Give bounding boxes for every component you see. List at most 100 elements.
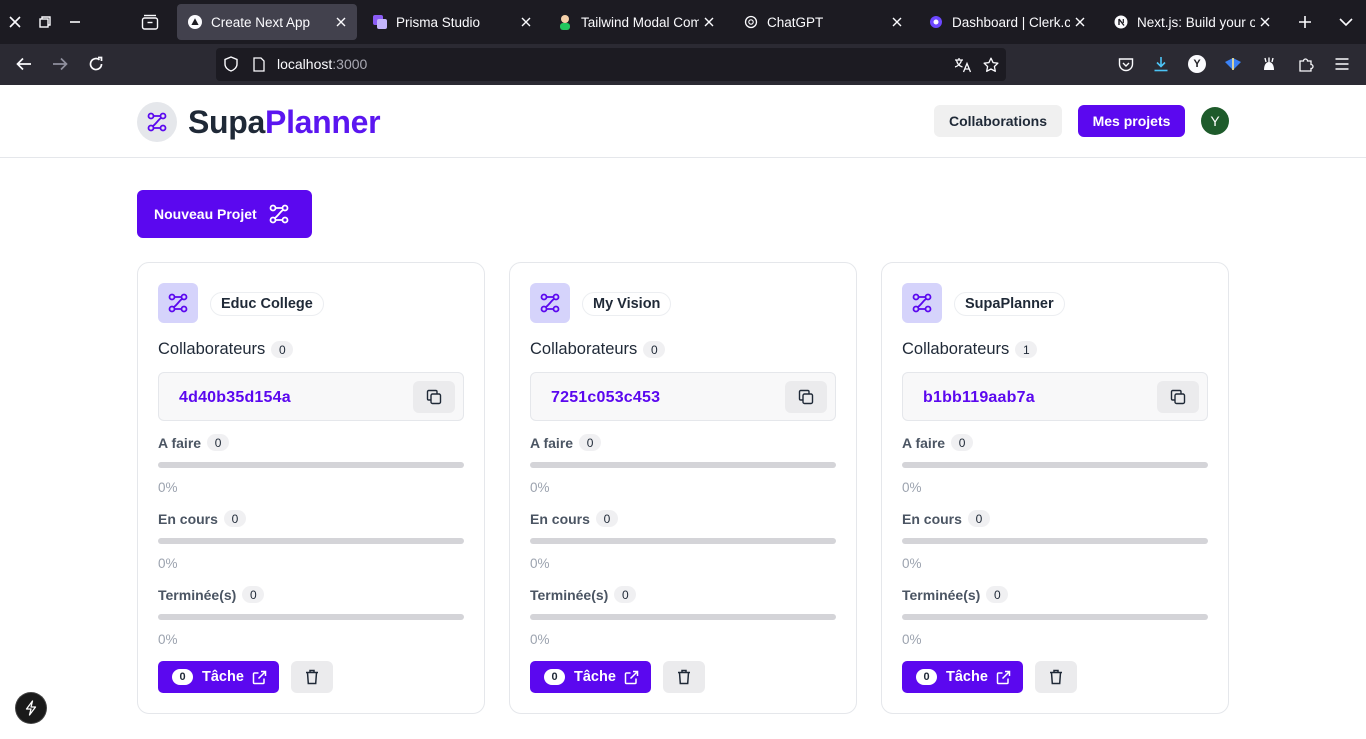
brand-part-1: Supa bbox=[188, 104, 266, 140]
done-percent: 0% bbox=[158, 632, 178, 647]
tab-clerk-dashboard[interactable]: Dashboard | Clerk.co bbox=[918, 4, 1094, 40]
delete-project-button[interactable] bbox=[663, 661, 705, 693]
browser-tab-bar: Create Next App Prisma Studio Tailwind M… bbox=[0, 0, 1366, 44]
in-progress-count: 0 bbox=[967, 510, 990, 527]
collaborations-button[interactable]: Collaborations bbox=[934, 105, 1062, 137]
done-count: 0 bbox=[242, 586, 265, 603]
task-count-badge: 0 bbox=[544, 669, 565, 685]
restore-window-icon[interactable] bbox=[33, 10, 57, 34]
profile-icon[interactable]: Y bbox=[1185, 52, 1209, 76]
shield-icon[interactable] bbox=[223, 56, 239, 72]
translate-icon[interactable] bbox=[953, 55, 973, 75]
done-percent: 0% bbox=[530, 632, 550, 647]
task-count-badge: 0 bbox=[172, 669, 193, 685]
todo-percent: 0% bbox=[902, 480, 922, 495]
close-tab-icon[interactable] bbox=[516, 12, 536, 32]
todo-label: A faire bbox=[902, 434, 946, 451]
delete-project-button[interactable] bbox=[1035, 661, 1077, 693]
delete-project-button[interactable] bbox=[291, 661, 333, 693]
lightning-icon bbox=[25, 700, 37, 716]
done-label-row: Terminée(s) 0 bbox=[902, 586, 1009, 603]
tasks-label: Tâche bbox=[574, 669, 616, 685]
my-projects-button[interactable]: Mes projets bbox=[1078, 105, 1185, 137]
in-progress-label: En cours bbox=[530, 510, 590, 527]
nextjs-dev-indicator[interactable] bbox=[16, 693, 46, 723]
in-progress-label: En cours bbox=[158, 510, 218, 527]
copy-code-button[interactable] bbox=[785, 381, 827, 413]
reload-icon[interactable] bbox=[84, 52, 108, 76]
new-project-button[interactable]: Nouveau Projet bbox=[137, 190, 312, 238]
new-tab-icon[interactable] bbox=[1293, 10, 1317, 34]
tab-title: ChatGPT bbox=[767, 14, 824, 30]
back-icon[interactable] bbox=[12, 52, 36, 76]
route-icon bbox=[147, 112, 167, 132]
bookmark-star-icon[interactable] bbox=[981, 55, 1001, 75]
tab-title: Prisma Studio bbox=[396, 14, 481, 30]
forward-icon[interactable] bbox=[48, 52, 72, 76]
url-bar[interactable]: localhost:3000 bbox=[216, 48, 1006, 81]
todo-label-row: A faire 0 bbox=[158, 434, 230, 451]
copy-code-button[interactable] bbox=[1157, 381, 1199, 413]
in-progress-progress-bar bbox=[158, 538, 464, 544]
todo-count: 0 bbox=[207, 434, 230, 451]
copy-icon bbox=[1170, 389, 1186, 405]
tab-create-next-app[interactable]: Create Next App bbox=[177, 4, 357, 40]
menu-icon[interactable] bbox=[1330, 52, 1354, 76]
collaborators-label: Collaborateurs bbox=[158, 340, 266, 358]
close-window-icon[interactable] bbox=[3, 10, 27, 34]
copy-icon bbox=[798, 389, 814, 405]
route-icon bbox=[267, 202, 291, 226]
brand-name[interactable]: SupaPlanner bbox=[188, 102, 381, 142]
copy-code-button[interactable] bbox=[413, 381, 455, 413]
route-icon bbox=[168, 293, 188, 313]
logo[interactable] bbox=[137, 102, 177, 142]
task-count-badge: 0 bbox=[916, 669, 937, 685]
external-link-icon bbox=[996, 670, 1011, 685]
close-tab-icon[interactable] bbox=[1255, 12, 1275, 32]
collaborators-label: Collaborateurs bbox=[530, 340, 638, 358]
pocket-icon[interactable] bbox=[1114, 52, 1138, 76]
collaborators-label: Collaborateurs bbox=[902, 340, 1010, 358]
collaborators-count: 0 bbox=[643, 341, 666, 358]
browser-nav-bar: localhost:3000 Y bbox=[0, 44, 1366, 85]
prisma-icon bbox=[372, 14, 388, 30]
extension-icon[interactable] bbox=[1257, 52, 1281, 76]
external-link-icon bbox=[624, 670, 639, 685]
vercel-icon bbox=[187, 14, 203, 30]
collaborators-row: Collaborateurs 0 bbox=[530, 340, 666, 359]
in-progress-count: 0 bbox=[223, 510, 246, 527]
done-percent: 0% bbox=[902, 632, 922, 647]
tasks-label: Tâche bbox=[202, 669, 244, 685]
tasks-label: Tâche bbox=[946, 669, 988, 685]
project-card: SupaPlanner Collaborateurs 1 b1bb119aab7… bbox=[881, 262, 1229, 714]
tab-chatgpt[interactable]: ChatGPT bbox=[733, 4, 913, 40]
user-avatar[interactable]: Y bbox=[1201, 107, 1229, 135]
close-tab-icon[interactable] bbox=[699, 12, 719, 32]
todo-label: A faire bbox=[530, 434, 574, 451]
tasks-button[interactable]: 0 Tâche bbox=[530, 661, 651, 693]
tasks-button[interactable]: 0 Tâche bbox=[902, 661, 1023, 693]
todo-count: 0 bbox=[579, 434, 602, 451]
close-tab-icon[interactable] bbox=[1070, 12, 1090, 32]
tasks-button[interactable]: 0 Tâche bbox=[158, 661, 279, 693]
downloads-icon[interactable] bbox=[1149, 52, 1173, 76]
extension-icon[interactable] bbox=[1221, 52, 1245, 76]
project-code-box: b1bb119aab7a bbox=[902, 372, 1208, 421]
page-icon[interactable] bbox=[251, 56, 267, 72]
tab-overview-icon[interactable] bbox=[138, 10, 162, 34]
tab-tailwind-modal[interactable]: Tailwind Modal Comp bbox=[547, 4, 723, 40]
close-tab-icon[interactable] bbox=[331, 12, 351, 32]
route-icon bbox=[912, 293, 932, 313]
todo-progress-bar bbox=[158, 462, 464, 468]
collaborators-row: Collaborateurs 1 bbox=[902, 340, 1038, 359]
in-progress-label-row: En cours 0 bbox=[158, 510, 246, 527]
minimize-window-icon[interactable] bbox=[63, 10, 87, 34]
nextjs-icon bbox=[1113, 14, 1129, 30]
list-all-tabs-icon[interactable] bbox=[1334, 10, 1358, 34]
brand-part-2: Planner bbox=[265, 104, 381, 140]
close-tab-icon[interactable] bbox=[887, 12, 907, 32]
tab-nextjs[interactable]: Next.js: Build your ow bbox=[1103, 4, 1279, 40]
tab-prisma-studio[interactable]: Prisma Studio bbox=[362, 4, 542, 40]
extensions-puzzle-icon[interactable] bbox=[1294, 52, 1318, 76]
done-label: Terminée(s) bbox=[530, 586, 609, 603]
